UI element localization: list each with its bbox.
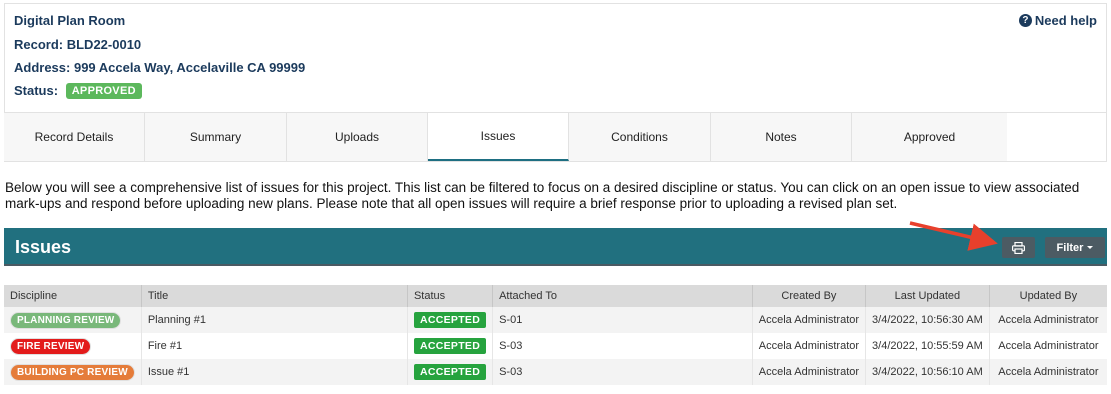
status-badge: APPROVED (65, 83, 142, 99)
attached-to-cell: S-03 (492, 359, 753, 385)
column-header[interactable]: Status (407, 285, 494, 307)
need-help-label: Need help (1034, 13, 1097, 28)
tab-label: Conditions (611, 130, 668, 144)
tab-label: Uploads (334, 130, 380, 144)
issues-panel-title: Issues (15, 237, 72, 257)
tab-approved[interactable]: Approved (852, 113, 1007, 161)
issues-table: Discipline Title Status Attached To Crea… (4, 285, 1107, 385)
tab-conditions[interactable]: Conditions (569, 113, 711, 161)
column-header[interactable]: Attached To (492, 285, 753, 307)
column-header[interactable]: Discipline (4, 285, 142, 307)
tab-label: Record Details (34, 130, 114, 144)
filter-dropdown-button[interactable]: Filter (1045, 237, 1105, 258)
created-by-cell: Accela Administrator (752, 333, 867, 359)
caret-down-icon (1087, 246, 1094, 249)
table-header-row: Discipline Title Status Attached To Crea… (4, 285, 1107, 307)
updated-by-cell: Accela Administrator (989, 359, 1107, 385)
created-by-cell: Accela Administrator (752, 307, 867, 333)
printer-icon (1012, 241, 1025, 254)
updated-by-cell: Accela Administrator (989, 333, 1107, 359)
attached-to-cell: S-01 (492, 307, 753, 333)
record-number: Record: BLD22-0010 (14, 37, 142, 52)
discipline-badge: BUILDING PC REVIEW (10, 363, 135, 381)
status-badge: ACCEPTED (413, 364, 487, 380)
status-cell: ACCEPTED (407, 333, 494, 359)
last-updated-cell: 3/4/2022, 10:56:10 AM (865, 359, 990, 385)
need-help-link[interactable]: ? Need help (1018, 13, 1097, 28)
title-cell: Planning #1 (141, 307, 408, 333)
discipline-badge: FIRE REVIEW (10, 337, 92, 355)
question-circle-icon: ? (1018, 14, 1032, 27)
column-header[interactable]: Created By (752, 285, 867, 307)
status-cell: ACCEPTED (407, 307, 494, 333)
tab-uploads[interactable]: Uploads (287, 113, 428, 161)
issues-intro-text: Below you will see a comprehensive list … (5, 180, 1080, 211)
discipline-cell: FIRE REVIEW (4, 333, 142, 359)
tab-label: Notes (765, 130, 797, 144)
last-updated-cell: 3/4/2022, 10:56:30 AM (865, 307, 990, 333)
column-header[interactable]: Last Updated (865, 285, 990, 307)
table-row[interactable]: FIRE REVIEW Fire #1 ACCEPTED S-03 Accela… (4, 333, 1107, 359)
record-address: Address: 999 Accela Way, Accelaville CA … (14, 60, 306, 75)
print-button[interactable] (1002, 237, 1035, 258)
status-badge: ACCEPTED (413, 312, 487, 328)
record-status: Status: APPROVED (14, 83, 142, 99)
issues-panel-header: Issues Filter (4, 228, 1107, 266)
discipline-cell: PLANNING REVIEW (4, 307, 142, 333)
tab-label: Approved (903, 130, 956, 144)
title-cell: Issue #1 (141, 359, 408, 385)
attached-to-cell: S-03 (492, 333, 753, 359)
last-updated-cell: 3/4/2022, 10:55:59 AM (865, 333, 990, 359)
tab-record-details[interactable]: Record Details (4, 113, 145, 161)
tab-summary[interactable]: Summary (145, 113, 287, 161)
filter-label: Filter (1056, 241, 1084, 254)
tab-label: Issues (480, 129, 516, 143)
tab-issues[interactable]: Issues (428, 113, 569, 161)
created-by-cell: Accela Administrator (752, 359, 867, 385)
tab-notes[interactable]: Notes (711, 113, 852, 161)
column-header[interactable]: Updated By (989, 285, 1107, 307)
table-row[interactable]: PLANNING REVIEW Planning #1 ACCEPTED S-0… (4, 307, 1107, 333)
discipline-badge: PLANNING REVIEW (10, 311, 122, 329)
status-cell: ACCEPTED (407, 359, 494, 385)
page-title: Digital Plan Room (14, 13, 126, 28)
status-label: Status: (14, 83, 59, 98)
title-cell: Fire #1 (141, 333, 408, 359)
updated-by-cell: Accela Administrator (989, 307, 1107, 333)
record-tabs: Record Details Summary Uploads Issues Co… (4, 112, 1107, 161)
tab-label: Summary (189, 130, 242, 144)
status-badge: ACCEPTED (413, 338, 487, 354)
table-row[interactable]: BUILDING PC REVIEW Issue #1 ACCEPTED S-0… (4, 359, 1107, 385)
column-header[interactable]: Title (141, 285, 408, 307)
discipline-cell: BUILDING PC REVIEW (4, 359, 142, 385)
